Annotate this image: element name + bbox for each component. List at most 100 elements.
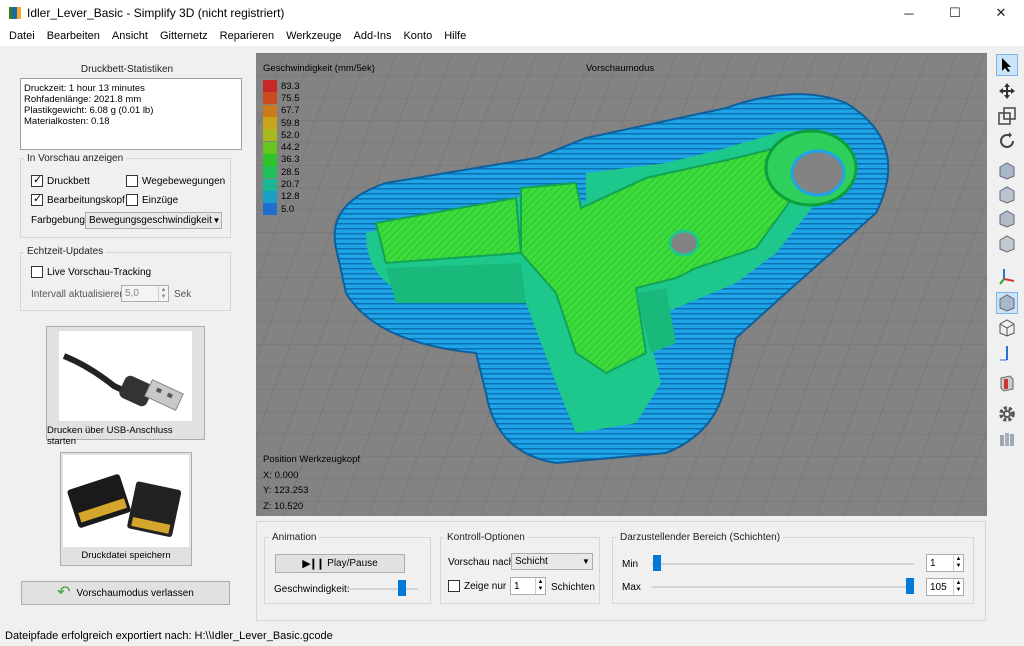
menu-add-ins[interactable]: Add-Ins [348, 26, 398, 46]
legend-swatch [263, 190, 277, 203]
range-max-value: 105 [930, 581, 947, 593]
viewport-mode-label: Vorschaumodus [586, 63, 655, 74]
show-layers-value: 1 [514, 580, 520, 592]
checkbox-box[interactable] [126, 175, 138, 187]
realtime-group-title: Echtzeit-Updates [24, 246, 107, 257]
scale-icon[interactable] [996, 105, 1018, 127]
check-icon[interactable] [31, 173, 43, 187]
legend-row: 59.8 [263, 117, 300, 130]
spin-arrows-icon[interactable]: ▲ ▼ [953, 555, 963, 571]
usb-print-label: Drucken über USB-Anschluss starten [47, 425, 173, 447]
show-only-checkbox[interactable]: Zeige nur [448, 580, 506, 592]
checkbox-box[interactable] [448, 580, 460, 592]
legend-swatch [263, 129, 277, 142]
legend-row: 75.5 [263, 92, 300, 105]
save-file-label: Druckdatei speichern [81, 550, 171, 561]
spin-arrows-icon[interactable]: ▲ ▼ [535, 578, 545, 594]
spin-arrows-icon[interactable]: ▲ ▼ [158, 286, 168, 301]
wegebewegungen-checkbox[interactable]: Wegebewegungen [126, 175, 225, 187]
view-top-icon[interactable] [996, 233, 1018, 255]
legend-swatch [263, 104, 277, 117]
legend-value: 83.3 [281, 80, 300, 92]
farbgebung-value: Bewegungsgeschwindigkeit [89, 215, 212, 226]
spin-arrows-icon[interactable]: ▲ ▼ [953, 579, 963, 595]
legend-title: Geschwindigkeit (mm/5ek) [263, 63, 375, 74]
checkbox-box[interactable] [126, 194, 138, 206]
minimize-button[interactable]: ─ [886, 0, 932, 26]
range-max-spinbox[interactable]: 105 ▲ ▼ [926, 578, 964, 596]
farbgebung-select[interactable]: Bewegungsgeschwindigkeit ▼ [85, 212, 222, 229]
checkbox-box[interactable] [31, 266, 43, 278]
save-file-button[interactable]: Druckdatei speichern [60, 452, 192, 566]
preview-by-value: Schicht [515, 556, 548, 567]
title-bar: Idler_Lever_Basic - Simplify 3D (nicht r… [0, 0, 1024, 26]
menu-bearbeiten[interactable]: Bearbeiten [41, 26, 106, 46]
wireframe-icon[interactable] [996, 317, 1018, 339]
range-min-track[interactable] [652, 563, 914, 565]
menu-hilfe[interactable]: Hilfe [438, 26, 472, 46]
check-icon[interactable] [31, 192, 43, 206]
sd-card-icon [63, 455, 189, 547]
position-z: Z: 10.520 [263, 500, 304, 512]
move-icon[interactable] [996, 80, 1018, 102]
legend-row: 36.3 [263, 153, 300, 166]
druckbett-checkbox[interactable]: Druckbett [31, 173, 90, 187]
interval-label: Intervall aktualisieren [31, 289, 125, 300]
legend-row: 5.0 [263, 203, 300, 216]
preview-by-select[interactable]: Schicht ▼ [511, 553, 593, 570]
speed-slider-track[interactable] [346, 588, 418, 590]
druckbett-label: Druckbett [47, 175, 90, 187]
menu-konto[interactable]: Konto [397, 26, 438, 46]
view-cube-icon[interactable] [996, 160, 1018, 182]
view-front-icon[interactable] [996, 184, 1018, 206]
menu-werkzeuge[interactable]: Werkzeuge [280, 26, 347, 46]
settings-icon[interactable] [996, 403, 1018, 425]
menu-datei[interactable]: Datei [3, 26, 41, 46]
legend-value: 75.5 [281, 92, 300, 104]
farbgebung-label: Farbgebung [31, 215, 85, 226]
show-layers-spinbox[interactable]: 1 ▲ ▼ [510, 577, 546, 595]
interval-spinbox[interactable]: 5,0 ▲ ▼ [121, 285, 169, 302]
view-iso-icon[interactable] [996, 292, 1018, 314]
einzuege-checkbox[interactable]: Einzüge [126, 194, 178, 206]
live-tracking-label: Live Vorschau-Tracking [47, 266, 152, 278]
interval-value: 5,0 [125, 288, 139, 299]
exit-preview-button[interactable]: ↶ Vorschaumodus verlassen [21, 581, 230, 605]
range-min-thumb[interactable] [653, 555, 661, 571]
pointer-icon[interactable] [996, 54, 1018, 76]
legend-value: 28.5 [281, 166, 300, 178]
menu-reparieren[interactable]: Reparieren [214, 26, 280, 46]
position-y: Y: 123.253 [263, 485, 309, 496]
view-side-icon[interactable] [996, 208, 1018, 230]
chevron-down-icon: ▼ [212, 216, 221, 225]
toolhead-position: Position Werkzeugkopf X: 0.000 Y: 123.25… [263, 452, 360, 514]
close-button[interactable]: ✕ [978, 0, 1024, 26]
live-tracking-checkbox[interactable]: Live Vorschau-Tracking [31, 266, 151, 278]
legend-value: 12.8 [281, 191, 300, 203]
usb-print-button[interactable]: Drucken über USB-Anschluss starten [46, 326, 205, 447]
axes-icon[interactable] [996, 265, 1018, 287]
range-max-track[interactable] [652, 586, 914, 588]
speed-label: Geschwindigkeit: [274, 584, 350, 595]
legend-swatch [263, 203, 277, 216]
stat-materialkosten: Materialkosten: 0.18 [24, 116, 110, 127]
menu-gitternetz[interactable]: Gitternetz [154, 26, 214, 46]
rotate-icon[interactable] [996, 130, 1018, 152]
legend-row: 44.2 [263, 141, 300, 154]
range-max-thumb[interactable] [906, 578, 914, 594]
range-min-spinbox[interactable]: 1 ▲ ▼ [926, 554, 964, 572]
speed-slider-thumb[interactable] [398, 580, 407, 596]
legend-row: 28.5 [263, 166, 300, 179]
menu-ansicht[interactable]: Ansicht [106, 26, 154, 46]
cross-section-icon[interactable] [996, 372, 1018, 394]
axis-z-icon[interactable] [996, 342, 1018, 364]
gallery-icon[interactable] [996, 428, 1018, 450]
bearbeitungskopf-checkbox[interactable]: Bearbeitungskopf [31, 192, 125, 206]
chevron-down-icon: ▼ [582, 557, 590, 566]
3d-viewport[interactable]: Geschwindigkeit (mm/5ek) Vorschaumodus 8… [256, 53, 987, 516]
legend-swatch [263, 166, 277, 179]
stat-rohfadenlaenge: Rohfadenlänge: 2021.8 mm [24, 94, 142, 105]
play-pause-button[interactable]: ▶❙❙ Play/Pause [275, 554, 405, 573]
maximize-button[interactable]: ☐ [932, 0, 978, 26]
position-title: Position Werkzeugkopf [263, 454, 360, 465]
